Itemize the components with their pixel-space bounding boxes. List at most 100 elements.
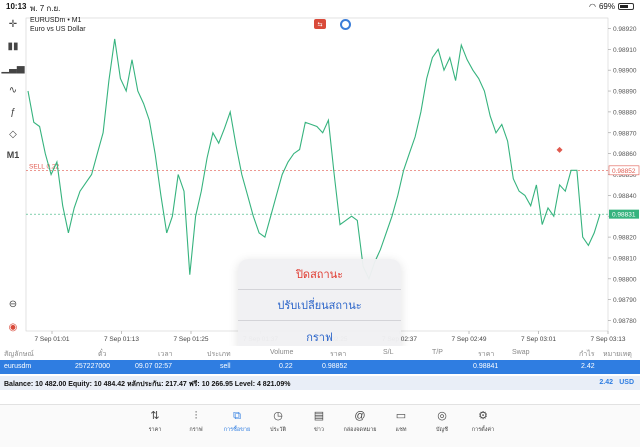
y-tick-label: 0.98810 [613,255,637,262]
header-sl: S/L [383,349,394,356]
row-symbol: eurusdm [4,363,32,370]
battery-fill [620,5,629,8]
row-price: 0.98852 [322,363,348,370]
x-tick-label: 7 Sep 03:13 [590,336,625,343]
tab-account[interactable]: ◎ บัญชี [425,409,459,434]
y-tick-label: 0.98790 [613,297,637,304]
quick-trade-icons: ⇆ [314,19,351,30]
tab-label: กราฟ [189,427,203,433]
tab-chat[interactable]: ▭ แชท [384,409,418,434]
header-current-price: ราคา [478,351,495,358]
y-tick-label: 0.98880 [613,109,637,116]
crosshair-icon[interactable]: ✛ [5,16,21,32]
bid-price-label: 0.98831 [612,212,636,219]
tab-label: บัญชี [436,427,448,433]
chat-bubble-icon: ▭ [395,410,407,422]
x-tick-label: 7 Sep 02:49 [451,336,486,343]
tab-mailbox[interactable]: @ กล่องจดหมาย [343,409,377,434]
trade-panel-icon[interactable] [340,19,351,30]
row-profit: 2.42 [581,363,595,370]
chart-toolbar: ✛ ▮▮ ▁▃▅ ∿ ƒ ◇ M1 ⊖ ◉ [0,14,26,334]
symbol-description: Euro vs US Dollar [30,26,86,33]
tab-trade[interactable]: ⧉ การซื้อขาย [220,409,254,434]
header-time: เวลา [158,351,173,358]
zoom-icon[interactable]: ⊖ [5,296,21,312]
tab-label: กล่องจดหมาย [343,427,377,433]
x-tick-label: 7 Sep 01:13 [104,336,139,343]
indicators-icon[interactable]: ∿ [5,82,21,98]
tab-label: การซื้อขาย [223,427,251,433]
tab-label: ประวัติ [269,427,287,433]
row-time: 09.07 02:57 [135,363,172,370]
close-position-option[interactable]: ปิดสถานะ [238,259,401,290]
mail-at-icon: @ [354,410,366,422]
y-tick-label: 0.98860 [613,151,637,158]
total-profit: 2.42 [599,379,613,386]
header-profit: กำไร [579,351,595,358]
account-balance-bar: Balance: 10 482.00 Equity: 10 484.42 หลั… [0,376,640,390]
news-icon: ▤ [313,410,325,422]
header-ticket: ตั๋ว [98,351,107,358]
one-click-trade-icon[interactable]: ⇆ [314,19,326,29]
header-symbol: สัญลักษณ์ [4,351,34,358]
status-time: 10:13 [6,2,27,11]
x-tick-label: 7 Sep 01:25 [173,336,208,343]
y-tick-label: 0.98840 [613,193,637,200]
y-tick-label: 0.98910 [613,47,637,54]
history-clock-icon: ◷ [273,410,283,422]
price-series-line [27,38,601,281]
candlestick-icon[interactable]: ▮▮ [5,38,21,54]
row-current-price: 0.98841 [473,363,499,370]
y-tick-label: 0.98870 [613,130,637,137]
tab-history[interactable]: ◷ ประวัติ [261,409,295,434]
header-comment: หมายเหตุ [603,351,632,358]
symbol-name: EURUSDm • M1 [30,17,82,24]
trade-icon[interactable]: ◉ [5,319,21,335]
y-tick-label: 0.98900 [613,68,637,75]
arrows-updown-icon: ⇅ [150,410,160,422]
modify-position-option[interactable]: ปรับเปลี่ยนสถานะ [238,290,401,321]
tab-label: การตั้งค่า [471,427,495,433]
trade-chart-icon: ⧉ [233,410,241,422]
x-tick-label: 7 Sep 03:01 [521,336,556,343]
sell-entry-marker [556,146,563,153]
row-volume: 0.22 [279,363,293,370]
status-bar: 10:13 พ. 7 ก.ย. ◠ 69% [0,0,640,13]
wifi-icon: ◠ [589,2,596,11]
symbol-info: EURUSDm • M1 Euro vs US Dollar [30,16,86,34]
objects-icon[interactable]: ◇ [5,126,21,142]
battery-icon [618,3,634,10]
y-tick-label: 0.98780 [613,318,637,325]
bar-chart-icon[interactable]: ▁▃▅ [1,60,24,76]
currency-label: USD [619,379,634,386]
y-tick-label: 0.98820 [613,235,637,242]
sell-price-label: 0.98852 [612,168,636,175]
row-type: sell [220,363,231,370]
status-right: ◠ 69% [589,2,634,11]
y-tick-label: 0.98800 [613,276,637,283]
tab-chart[interactable]: ⫶ กราฟ [179,409,213,434]
header-volume: Volume [270,349,294,356]
bottom-tab-bar: ⇅ ราคา ⫶ กราฟ ⧉ การซื้อขาย ◷ ประวัติ ▤ ข… [0,404,640,447]
row-ticket: 257227000 [75,363,111,370]
header-tp: T/P [432,349,443,356]
position-action-menu: ปิดสถานะ ปรับเปลี่ยนสถานะ กราฟ [238,259,401,353]
tab-news[interactable]: ▤ ข่าว [302,409,336,434]
tab-label: ราคา [148,427,162,433]
position-row[interactable]: eurusdm 257227000 09.07 02:57 sell 0.22 … [0,360,640,374]
header-type: ประเภท [207,351,231,358]
positions-table-header: สัญลักษณ์ ตั๋ว เวลา ประเภท Volume ราคา S… [0,346,640,360]
y-tick-label: 0.98920 [613,26,637,33]
account-icon: ◎ [437,410,447,422]
header-swap: Swap [512,349,530,356]
tab-settings[interactable]: ⚙ การตั้งค่า [466,409,500,434]
x-tick-label: 7 Sep 01:01 [34,336,69,343]
battery-percent: 69% [598,2,615,11]
tab-label: ข่าว [314,427,324,433]
function-icon[interactable]: ƒ [5,104,21,120]
timeframe-button[interactable]: M1 [5,147,21,163]
y-tick-label: 0.98890 [613,89,637,96]
tab-quotes[interactable]: ⇅ ราคา [138,409,172,434]
settings-gear-icon: ⚙ [478,410,488,422]
header-price: ราคา [330,351,347,358]
